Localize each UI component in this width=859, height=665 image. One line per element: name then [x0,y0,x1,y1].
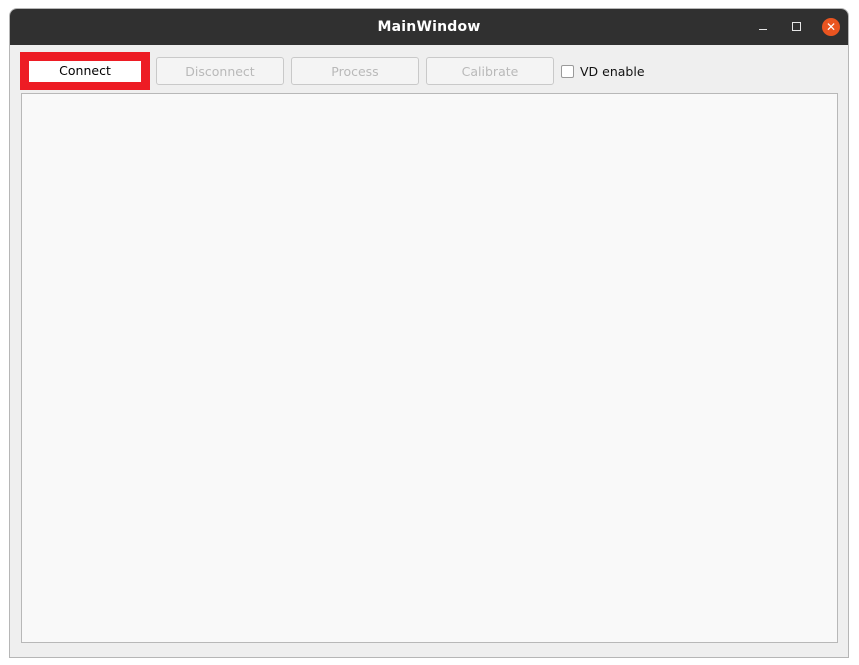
content-area [21,93,838,643]
calibrate-button[interactable]: Calibrate [426,57,554,85]
vd-enable-checkbox-group[interactable]: VD enable [561,63,645,79]
vd-enable-checkbox[interactable] [561,64,574,78]
minimize-button[interactable] [754,18,772,36]
maximize-button[interactable] [788,18,806,36]
disconnect-button[interactable]: Disconnect [156,57,284,85]
close-button[interactable]: ✕ [822,18,840,36]
window-title: MainWindow [377,19,481,35]
connect-button[interactable]: Connect [29,61,141,82]
maximize-icon [792,22,801,31]
toolbar: Connect Disconnect Process Calibrate VD … [10,45,848,93]
main-window: MainWindow ✕ Connect Disconnect Process … [9,8,849,658]
vd-enable-label: VD enable [580,63,645,79]
title-bar[interactable]: MainWindow ✕ [10,9,848,45]
minimize-icon [759,29,767,30]
process-button[interactable]: Process [291,57,419,85]
close-icon: ✕ [825,20,837,34]
